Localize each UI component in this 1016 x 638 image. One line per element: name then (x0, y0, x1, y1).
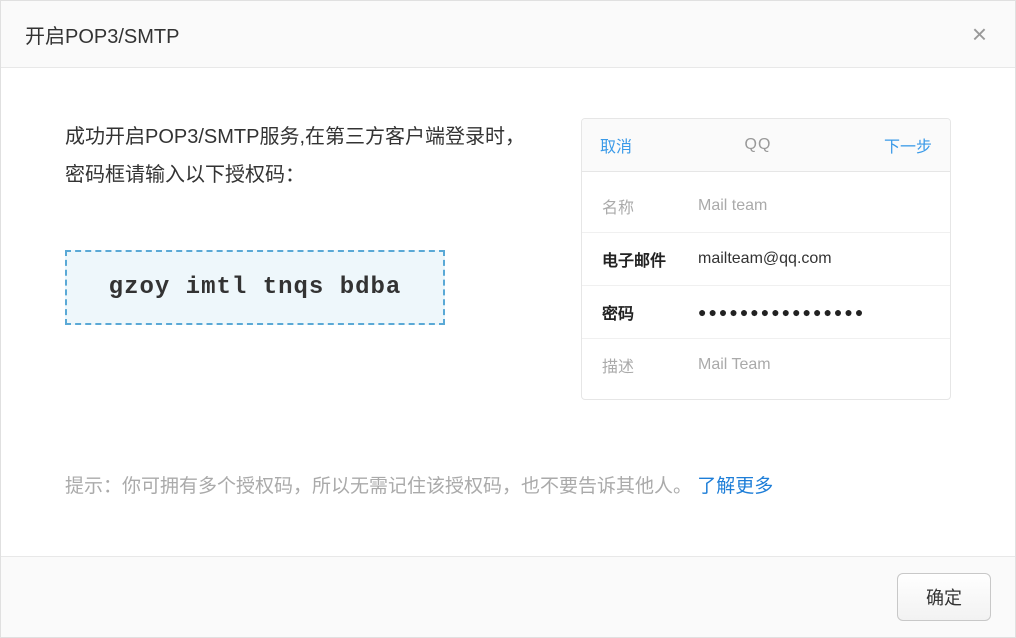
learn-more-link[interactable]: 了解更多 (697, 476, 773, 497)
left-column: 成功开启POP3/SMTP服务,在第三方客户端登录时，密码框请输入以下授权码： … (65, 118, 533, 325)
password-label: 密码 (602, 300, 698, 324)
content-row: 成功开启POP3/SMTP服务,在第三方客户端登录时，密码框请输入以下授权码： … (65, 118, 951, 400)
hint-text: 提示：你可拥有多个授权码，所以无需记住该授权码，也不要告诉其他人。 (65, 476, 692, 497)
preview-row-desc: 描述 Mail Team (582, 338, 950, 391)
desc-label: 描述 (602, 353, 698, 377)
preview-title: QQ (745, 136, 772, 154)
name-value: Mail team (698, 197, 767, 215)
preview-next-button[interactable]: 下一步 (884, 133, 932, 157)
preview-card: 取消 QQ 下一步 名称 Mail team 电子邮件 mailteam@qq.… (581, 118, 951, 400)
email-label: 电子邮件 (602, 247, 698, 271)
preview-rows: 名称 Mail team 电子邮件 mailteam@qq.com 密码 ●●●… (582, 172, 950, 399)
hint-row: 提示：你可拥有多个授权码，所以无需记住该授权码，也不要告诉其他人。 了解更多 (65, 472, 951, 502)
preview-row-email: 电子邮件 mailteam@qq.com (582, 232, 950, 285)
right-column: 取消 QQ 下一步 名称 Mail team 电子邮件 mailteam@qq.… (581, 118, 951, 400)
dialog-header: 开启POP3/SMTP × (1, 1, 1015, 68)
auth-code-box: gzoy imtl tnqs bdba (65, 250, 445, 325)
close-icon[interactable]: × (968, 17, 991, 51)
confirm-button[interactable]: 确定 (897, 573, 991, 621)
dialog: 开启POP3/SMTP × 成功开启POP3/SMTP服务,在第三方客户端登录时… (0, 0, 1016, 638)
preview-cancel-button[interactable]: 取消 (600, 133, 632, 157)
name-label: 名称 (602, 194, 698, 218)
dialog-title: 开启POP3/SMTP (25, 20, 179, 49)
desc-value: Mail Team (698, 356, 771, 374)
dialog-footer: 确定 (1, 556, 1015, 637)
preview-row-password: 密码 ●●●●●●●●●●●●●●●● (582, 285, 950, 338)
password-value: ●●●●●●●●●●●●●●●● (698, 304, 865, 320)
email-value: mailteam@qq.com (698, 250, 832, 268)
preview-header: 取消 QQ 下一步 (582, 119, 950, 172)
description-text: 成功开启POP3/SMTP服务,在第三方客户端登录时，密码框请输入以下授权码： (65, 118, 533, 194)
preview-row-name: 名称 Mail team (582, 180, 950, 232)
auth-code: gzoy imtl tnqs bdba (87, 274, 423, 301)
dialog-body: 成功开启POP3/SMTP服务,在第三方客户端登录时，密码框请输入以下授权码： … (1, 68, 1015, 556)
